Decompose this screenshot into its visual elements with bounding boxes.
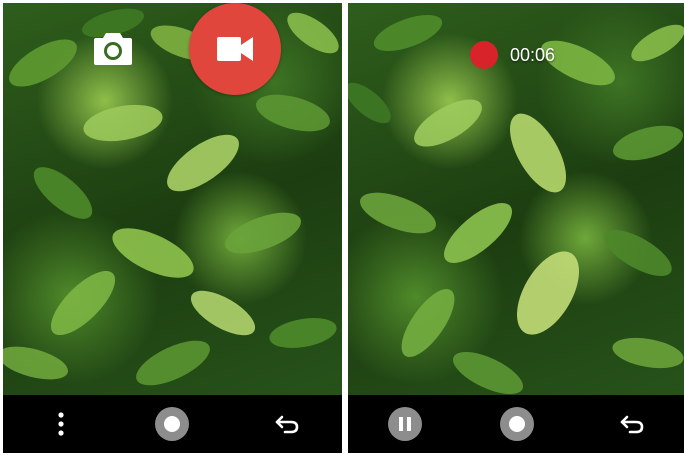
recording-dot-icon xyxy=(470,41,498,69)
videocam-icon xyxy=(217,37,253,61)
bottom-control-bar xyxy=(3,395,342,453)
back-button[interactable] xyxy=(618,409,648,439)
foliage-preview-image xyxy=(3,8,339,386)
recording-elapsed-time: 00:06 xyxy=(510,45,556,65)
undo-icon xyxy=(620,415,644,434)
shutter-icon xyxy=(509,416,525,432)
record-video-button[interactable] xyxy=(189,3,281,95)
shutter-icon xyxy=(164,416,180,432)
camera-screen-recording: 00:06 xyxy=(348,3,684,453)
camera-icon xyxy=(94,33,132,65)
bottom-control-bar xyxy=(348,395,684,453)
pause-recording-button[interactable] xyxy=(388,407,422,441)
camera-screen-ready xyxy=(3,3,342,453)
photo-mode-button[interactable] xyxy=(93,30,133,66)
undo-icon xyxy=(275,415,299,434)
more-vert-icon xyxy=(58,412,64,436)
camera-viewfinder[interactable] xyxy=(3,3,342,395)
shutter-button[interactable] xyxy=(155,407,189,441)
shutter-button[interactable] xyxy=(500,407,534,441)
back-button[interactable] xyxy=(273,409,303,439)
more-options-button[interactable] xyxy=(51,408,71,440)
camera-viewfinder[interactable]: 00:06 xyxy=(348,3,684,395)
